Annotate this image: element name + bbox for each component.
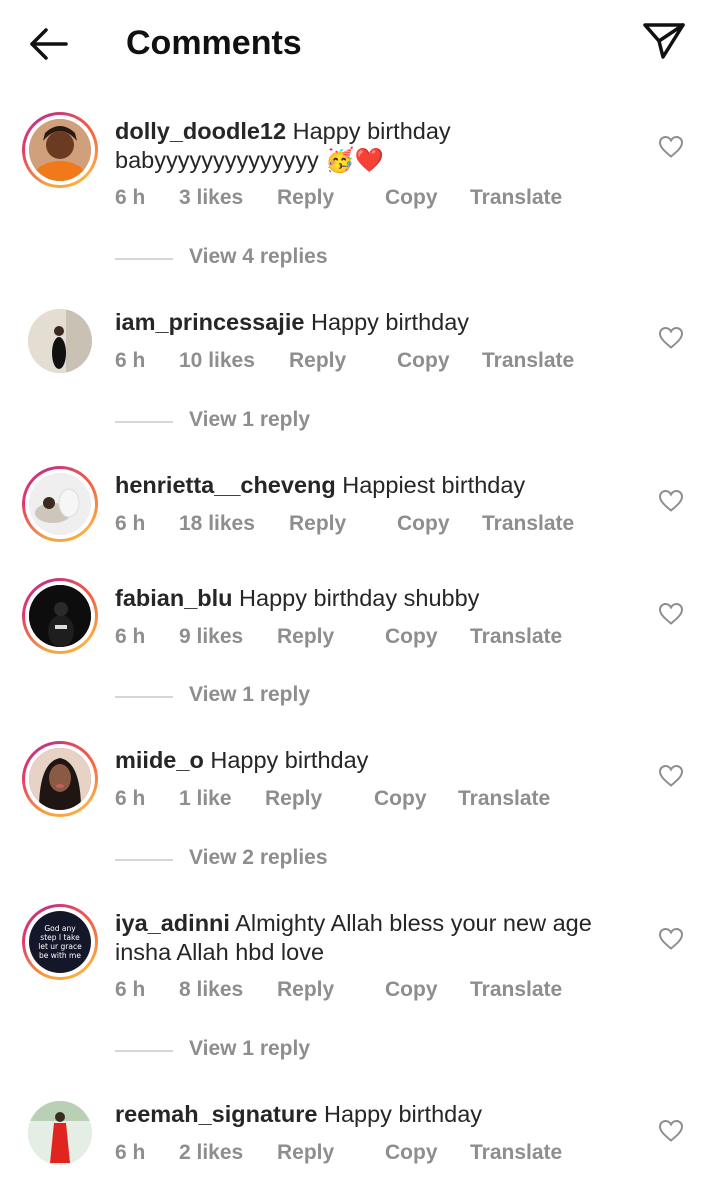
comment-username[interactable]: dolly_doodle12	[115, 118, 286, 144]
reply-button[interactable]: Reply	[277, 978, 334, 1002]
view-replies-label: View 2 replies	[189, 846, 328, 869]
comment-time: 6 h	[115, 349, 146, 372]
comment-time: 6 h	[115, 978, 146, 1001]
profile-photo	[29, 473, 91, 535]
like-button[interactable]	[658, 326, 684, 350]
heart-icon	[658, 764, 684, 787]
comment-text: Happiest birthday	[342, 472, 526, 498]
view-replies-button[interactable]: View 1 reply	[115, 683, 415, 713]
heart-icon	[658, 326, 684, 349]
likes-count[interactable]: 10 likes	[179, 349, 255, 373]
divider	[115, 696, 173, 698]
likes-count[interactable]: 2 likes	[179, 1141, 243, 1165]
comment-text: Happy birthday	[210, 747, 369, 773]
reply-button[interactable]: Reply	[277, 1141, 334, 1165]
comment-text: Happy birthday	[323, 1101, 483, 1127]
comment-time: 6 h	[115, 787, 146, 810]
profile-photo	[28, 309, 92, 373]
profile-photo	[29, 585, 91, 647]
top-bar: Comments	[0, 0, 720, 90]
copy-button[interactable]: Copy	[374, 787, 427, 811]
translate-button[interactable]: Translate	[470, 625, 562, 649]
translate-button[interactable]: Translate	[482, 512, 574, 536]
copy-button[interactable]: Copy	[397, 349, 450, 373]
copy-button[interactable]: Copy	[385, 186, 438, 210]
comment-username[interactable]: reemah_signature	[115, 1101, 317, 1127]
reply-button[interactable]: Reply	[277, 186, 334, 210]
divider	[115, 258, 173, 260]
like-button[interactable]	[658, 764, 684, 788]
profile-photo	[29, 748, 91, 810]
comment-username[interactable]: fabian_blu	[115, 585, 233, 611]
reply-button[interactable]: Reply	[289, 349, 346, 373]
like-button[interactable]	[658, 927, 684, 951]
avatar[interactable]	[22, 303, 98, 379]
translate-button[interactable]: Translate	[470, 978, 562, 1002]
view-replies-button[interactable]: View 2 replies	[115, 846, 415, 876]
view-replies-label: View 4 replies	[189, 245, 328, 268]
view-replies-button[interactable]: View 1 reply	[115, 408, 415, 438]
reply-button[interactable]: Reply	[277, 625, 334, 649]
reply-button[interactable]: Reply	[265, 787, 322, 811]
profile-photo	[29, 119, 91, 181]
comment-username[interactable]: iya_adinni	[115, 910, 230, 936]
avatar[interactable]	[22, 741, 98, 817]
likes-count[interactable]: 8 likes	[179, 978, 243, 1002]
view-replies-button[interactable]: View 4 replies	[115, 245, 415, 275]
avatar[interactable]	[22, 578, 98, 654]
like-button[interactable]	[658, 135, 684, 159]
translate-button[interactable]: Translate	[470, 1141, 562, 1165]
comment-time: 6 h	[115, 512, 146, 535]
heart-icon	[658, 927, 684, 950]
copy-button[interactable]: Copy	[385, 978, 438, 1002]
avatar[interactable]: God any step I take let ur grace be with…	[22, 904, 98, 980]
avatar-caption: God any step I take let ur grace be with…	[38, 924, 82, 960]
comment-text: Happy birthday shubby	[239, 585, 480, 611]
translate-button[interactable]: Translate	[470, 186, 562, 210]
page-title: Comments	[126, 24, 302, 62]
copy-button[interactable]: Copy	[385, 1141, 438, 1165]
likes-count[interactable]: 18 likes	[179, 512, 255, 536]
back-button[interactable]	[26, 24, 70, 64]
view-replies-button[interactable]: View 1 reply	[115, 1037, 415, 1067]
like-button[interactable]	[658, 602, 684, 626]
avatar[interactable]	[22, 112, 98, 188]
translate-button[interactable]: Translate	[482, 349, 574, 373]
paper-plane-icon	[643, 23, 685, 59]
comment-time: 6 h	[115, 186, 146, 209]
copy-button[interactable]: Copy	[385, 625, 438, 649]
heart-icon	[658, 1119, 684, 1142]
likes-count[interactable]: 3 likes	[179, 186, 243, 210]
avatar[interactable]	[22, 1095, 98, 1171]
comment-username[interactable]: miide_o	[115, 747, 204, 773]
copy-button[interactable]: Copy	[397, 512, 450, 536]
share-button[interactable]	[640, 20, 688, 62]
divider	[115, 421, 173, 423]
heart-icon	[658, 489, 684, 512]
view-replies-label: View 1 reply	[189, 1037, 311, 1060]
comment-time: 6 h	[115, 1141, 146, 1164]
avatar[interactable]	[22, 466, 98, 542]
likes-count[interactable]: 9 likes	[179, 625, 243, 649]
divider	[115, 859, 173, 861]
comment-username[interactable]: iam_princessajie	[115, 309, 304, 335]
divider	[115, 1050, 173, 1052]
view-replies-label: View 1 reply	[189, 683, 311, 706]
reply-button[interactable]: Reply	[289, 512, 346, 536]
heart-icon	[658, 135, 684, 158]
like-button[interactable]	[658, 1119, 684, 1143]
translate-button[interactable]: Translate	[458, 787, 550, 811]
likes-count[interactable]: 1 like	[179, 787, 232, 811]
comment-text: Happy birthday	[310, 309, 470, 335]
view-replies-label: View 1 reply	[189, 408, 311, 431]
comment-username[interactable]: henrietta__cheveng	[115, 472, 336, 498]
profile-photo	[28, 1101, 92, 1165]
arrow-left-icon	[30, 28, 68, 60]
like-button[interactable]	[658, 489, 684, 513]
comment-time: 6 h	[115, 625, 146, 648]
heart-icon	[658, 602, 684, 625]
